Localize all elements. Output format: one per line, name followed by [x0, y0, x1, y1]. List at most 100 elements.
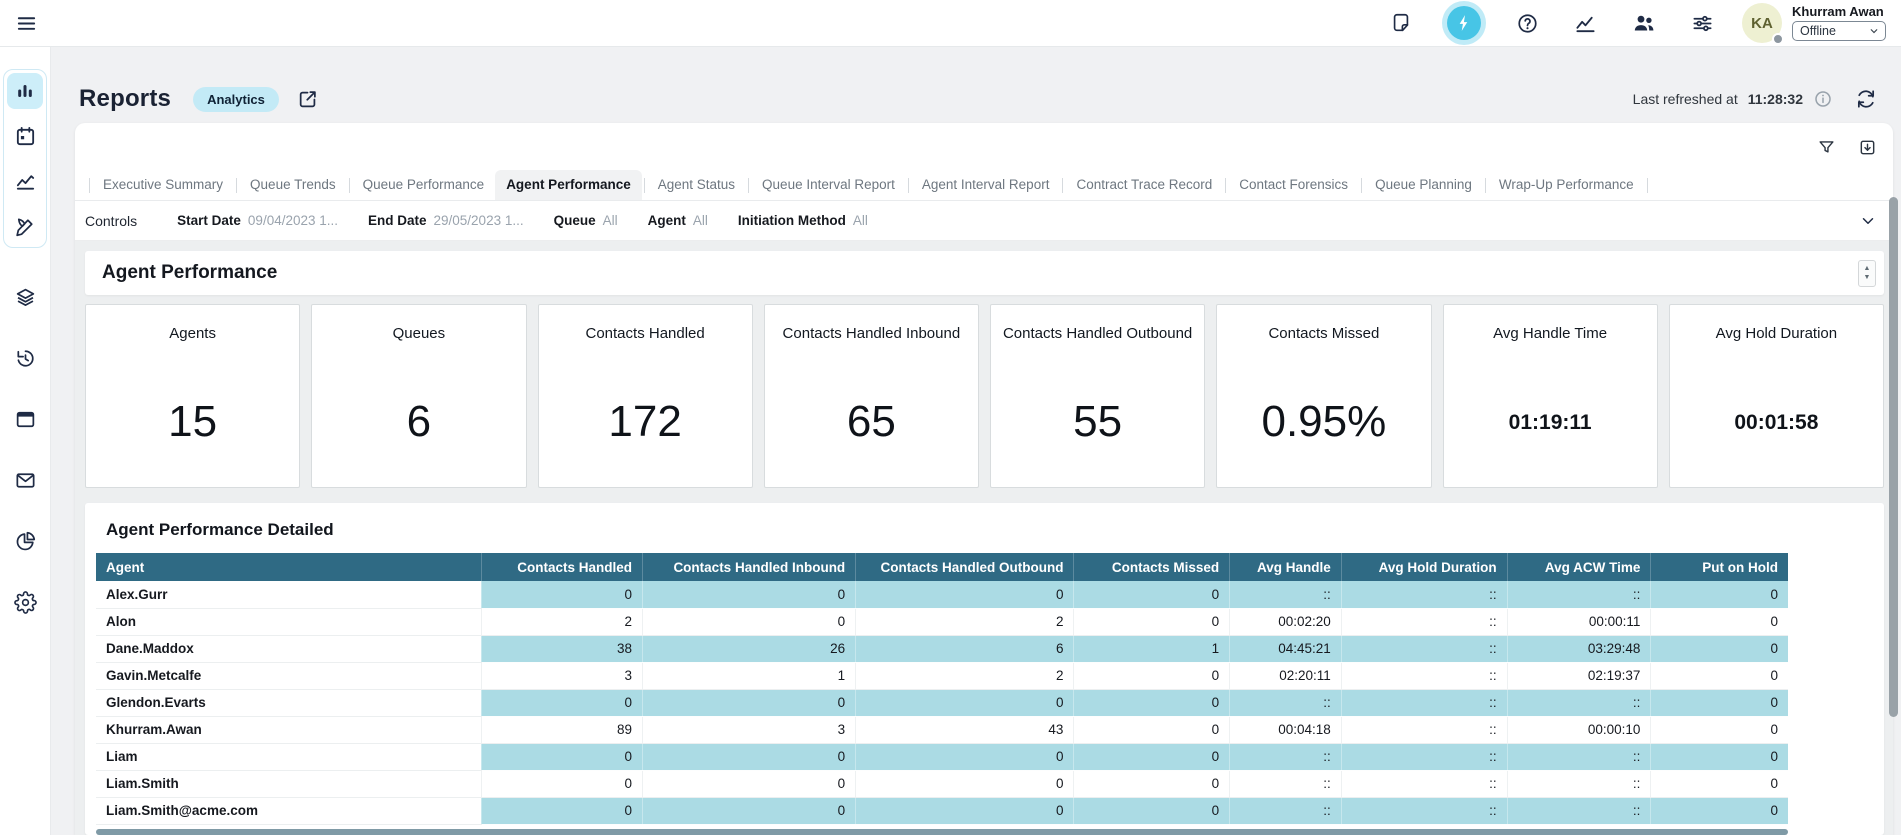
filter-icon[interactable]	[1817, 138, 1836, 157]
value-cell: ::	[1507, 743, 1651, 770]
agent-name-cell: Liam	[96, 743, 482, 770]
column-header-contacts-handled-outbound[interactable]: Contacts Handled Outbound	[856, 553, 1074, 581]
value-cell: 02:19:37	[1507, 662, 1651, 689]
kpi-value: 00:01:58	[1670, 411, 1883, 435]
table-row: Alon202000:02:20::00:00:110	[96, 608, 1788, 635]
tab-agent-interval-report[interactable]: Agent Interval Report	[911, 170, 1061, 200]
browser-icon[interactable]	[14, 408, 37, 431]
bolt-icon[interactable]	[1447, 6, 1481, 40]
filter-agent[interactable]: AgentAll	[648, 213, 708, 228]
tab-separator	[236, 178, 237, 193]
info-icon[interactable]	[1813, 89, 1833, 109]
value-cell: 0	[482, 581, 643, 608]
spinner-control[interactable]: ▲ ▼	[1858, 260, 1876, 287]
pie-chart-icon[interactable]	[14, 530, 37, 553]
tab-contact-forensics[interactable]: Contact Forensics	[1228, 170, 1359, 200]
spinner-down-icon[interactable]: ▼	[1864, 274, 1871, 281]
column-header-contacts-handled[interactable]: Contacts Handled	[482, 553, 643, 581]
status-select[interactable]: Offline	[1792, 21, 1886, 41]
value-cell: 3	[643, 716, 856, 743]
tab-queue-trends[interactable]: Queue Trends	[239, 170, 347, 200]
bar-chart-icon[interactable]	[7, 73, 43, 109]
line-chart-icon[interactable]	[7, 163, 43, 199]
history-icon[interactable]	[14, 347, 37, 370]
status-value: Offline	[1800, 24, 1836, 38]
tab-wrap-up-performance[interactable]: Wrap-Up Performance	[1488, 170, 1645, 200]
vertical-scrollbar[interactable]	[1889, 197, 1898, 717]
column-header-agent[interactable]: Agent	[96, 553, 482, 581]
value-cell: 0	[1074, 689, 1230, 716]
design-icon[interactable]	[7, 208, 43, 244]
filter-start-date[interactable]: Start Date09/04/2023 1...	[177, 213, 338, 228]
user-name: Khurram Awan	[1792, 5, 1886, 18]
tab-queue-planning[interactable]: Queue Planning	[1364, 170, 1483, 200]
column-header-avg-acw-time[interactable]: Avg ACW Time	[1507, 553, 1651, 581]
kpi-card-queues: Queues6	[311, 304, 526, 488]
value-cell: 26	[643, 635, 856, 662]
users-icon[interactable]	[1632, 11, 1656, 35]
value-cell: 0	[1651, 662, 1788, 689]
avatar-initials: KA	[1751, 15, 1773, 32]
kpi-card-avg-hold-duration: Avg Hold Duration00:01:58	[1669, 304, 1884, 488]
controls-bar: Controls Start Date09/04/2023 1...End Da…	[75, 201, 1893, 241]
menu-icon[interactable]	[15, 12, 38, 35]
kpi-value: 6	[312, 397, 525, 447]
note-icon[interactable]	[1390, 12, 1412, 34]
value-cell: ::	[1341, 797, 1507, 824]
value-cell: ::	[1341, 608, 1507, 635]
value-cell: 0	[643, 581, 856, 608]
column-header-contacts-handled-inbound[interactable]: Contacts Handled Inbound	[643, 553, 856, 581]
value-cell: 0	[1651, 743, 1788, 770]
kpi-card-contacts-handled-inbound: Contacts Handled Inbound65	[764, 304, 979, 488]
last-refreshed-label: Last refreshed at	[1633, 91, 1738, 107]
kpi-value: 172	[539, 397, 752, 447]
filter-label: End Date	[368, 213, 427, 228]
agent-name-cell: Liam.Smith@acme.com	[96, 797, 482, 824]
filter-queue[interactable]: QueueAll	[554, 213, 618, 228]
external-link-icon[interactable]	[297, 88, 319, 110]
filter-initiation-method[interactable]: Initiation MethodAll	[738, 213, 868, 228]
agent-name-cell: Alon	[96, 608, 482, 635]
gear-icon[interactable]	[14, 591, 37, 614]
value-cell: ::	[1341, 743, 1507, 770]
avatar[interactable]: KA	[1742, 3, 1782, 43]
value-cell: 0	[643, 743, 856, 770]
table-row: Gavin.Metcalfe312002:20:11::02:19:370	[96, 662, 1788, 689]
horizontal-scrollbar[interactable]	[96, 829, 1788, 835]
value-cell: ::	[1507, 797, 1651, 824]
filter-end-date[interactable]: End Date29/05/2023 1...	[368, 213, 524, 228]
column-header-contacts-missed[interactable]: Contacts Missed	[1074, 553, 1230, 581]
kpi-row: Agents15Queues6Contacts Handled172Contac…	[85, 304, 1884, 488]
tab-executive-summary[interactable]: Executive Summary	[92, 170, 234, 200]
value-cell: ::	[1341, 689, 1507, 716]
export-download-icon[interactable]	[1858, 138, 1877, 157]
column-header-avg-hold-duration[interactable]: Avg Hold Duration	[1341, 553, 1507, 581]
value-cell: 0	[856, 770, 1074, 797]
sidebar-report-group	[3, 69, 47, 248]
column-header-put-on-hold[interactable]: Put on Hold	[1651, 553, 1788, 581]
value-cell: 0	[1074, 608, 1230, 635]
tab-agent-status[interactable]: Agent Status	[647, 170, 746, 200]
sliders-icon[interactable]	[1691, 12, 1714, 35]
value-cell: 0	[482, 770, 643, 797]
mail-icon[interactable]	[14, 469, 37, 492]
line-chart-icon[interactable]	[1574, 12, 1597, 35]
value-cell: 0	[1651, 716, 1788, 743]
tab-queue-interval-report[interactable]: Queue Interval Report	[751, 170, 906, 200]
refresh-icon[interactable]	[1855, 88, 1877, 110]
value-cell: 2	[856, 662, 1074, 689]
tab-agent-performance[interactable]: Agent Performance	[495, 170, 642, 200]
chevron-down-icon[interactable]	[1859, 212, 1877, 230]
table-card: Agent Performance Detailed AgentContacts…	[85, 503, 1884, 835]
spinner-up-icon[interactable]: ▲	[1864, 265, 1871, 272]
column-header-avg-handle[interactable]: Avg Handle	[1230, 553, 1342, 581]
help-icon[interactable]	[1516, 12, 1539, 35]
kpi-label: Contacts Missed	[1217, 325, 1430, 342]
agent-name-cell: Liam.Smith	[96, 770, 482, 797]
layers-icon[interactable]	[14, 286, 37, 309]
tab-queue-performance[interactable]: Queue Performance	[352, 170, 496, 200]
tab-contract-trace-record[interactable]: Contract Trace Record	[1065, 170, 1223, 200]
page-title: Reports	[79, 85, 171, 113]
calendar-icon[interactable]	[7, 118, 43, 154]
filter-value: All	[603, 213, 618, 228]
